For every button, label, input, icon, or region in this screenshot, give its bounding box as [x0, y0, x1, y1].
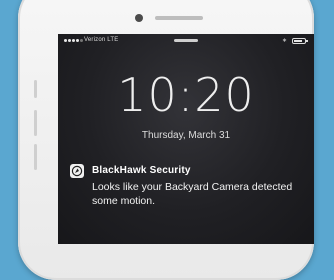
carrier-label: Verizon LTE	[84, 37, 119, 43]
notification-message: Looks like your Backyard Camera detected…	[92, 181, 293, 207]
lock-screen: Verizon LTE ∗ 10:20 Thursday, March 31 B…	[58, 34, 314, 244]
notification-app-name: BlackHawk Security	[92, 165, 191, 176]
phone-frame: Verizon LTE ∗ 10:20 Thursday, March 31 B…	[18, 0, 314, 280]
lock-screen-time: 10:20	[117, 68, 255, 122]
notification-banner[interactable]: BlackHawk Security Looks like your Backy…	[70, 164, 304, 224]
mute-switch	[34, 80, 37, 98]
volume-down-button	[34, 144, 37, 170]
lock-screen-date: Thursday, March 31	[141, 130, 231, 141]
front-camera	[135, 14, 143, 22]
battery-icon	[292, 38, 308, 44]
camera-lens-icon	[70, 164, 84, 178]
signal-strength-icon	[64, 39, 83, 42]
status-bar-time	[174, 39, 198, 42]
bluetooth-icon: ∗	[281, 38, 287, 44]
status-bar: Verizon LTE ∗	[58, 34, 314, 50]
earpiece-speaker	[155, 16, 203, 20]
volume-up-button	[34, 110, 37, 136]
